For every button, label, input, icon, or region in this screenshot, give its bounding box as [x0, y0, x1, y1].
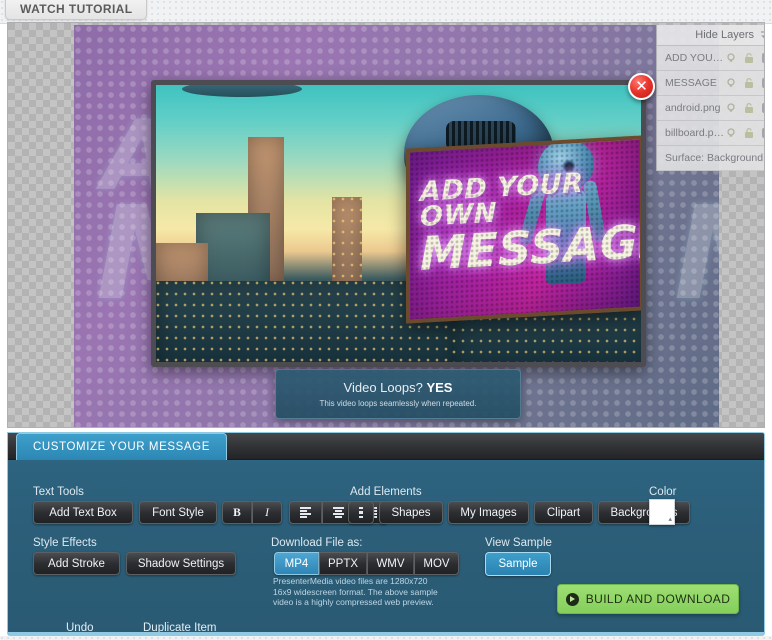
delete-icon[interactable]: [761, 77, 765, 89]
video-loop-value: YES: [426, 380, 453, 395]
hide-layers-toggle[interactable]: Hide Layers: [657, 25, 764, 46]
visibility-icon[interactable]: [725, 77, 737, 89]
shapes-button[interactable]: Shapes: [379, 501, 443, 524]
hide-layers-label: Hide Layers: [695, 29, 754, 41]
flying-vehicle: [182, 85, 302, 97]
color-label: Color: [649, 486, 677, 498]
layer-name: Surface: Background: [665, 152, 764, 164]
nav-item-video-enhancements[interactable]: Video Enhancements: [362, 0, 473, 3]
background-letter-3: M: [674, 191, 719, 319]
style-effects-label: Style Effects: [33, 537, 97, 549]
build-and-download-button[interactable]: BUILD AND DOWNLOAD: [557, 584, 739, 614]
page-footer-strip: [0, 636, 772, 640]
format-mp4-button[interactable]: MP4: [274, 552, 319, 575]
add-text-box-button[interactable]: Add Text Box: [33, 501, 133, 524]
delete-icon[interactable]: [761, 127, 765, 139]
text-tools-label: Text Tools: [33, 486, 84, 498]
lock-icon[interactable]: [743, 102, 755, 114]
layer-name: ADD YOUR OW...: [665, 52, 725, 64]
lock-icon[interactable]: [743, 77, 755, 89]
visibility-icon[interactable]: [725, 52, 737, 64]
tab-customize-your-message[interactable]: CUSTOMIZE YOUR MESSAGE: [16, 433, 227, 460]
video-loop-title: Video Loops? YES: [344, 380, 453, 395]
menu-icon: [359, 507, 363, 518]
layer-name: android.png: [665, 102, 721, 114]
layer-row[interactable]: MESSAGE: [657, 71, 765, 96]
nav-item-home[interactable]: Home: [305, 0, 336, 3]
align-center-icon: [333, 507, 344, 518]
visibility-icon[interactable]: [725, 127, 737, 139]
download-format-note: PresenterMedia video files are 1280x720 …: [273, 576, 438, 608]
billboard-robot-arm-left: [517, 182, 548, 247]
font-style-button[interactable]: Font Style: [139, 501, 217, 524]
layer-actions: [725, 127, 765, 139]
layer-name: billboard.pn...: [665, 127, 725, 139]
backgrounds-button[interactable]: Backgrounds: [598, 501, 690, 524]
billboard-robot-arm-right: [582, 179, 607, 243]
top-nav-items: Home Video Enhancements: [305, 0, 473, 3]
shadow-settings-button[interactable]: Shadow Settings: [126, 552, 236, 575]
video-preview[interactable]: ADD YOUR OWN MESSAGE: [151, 80, 646, 367]
delete-icon[interactable]: [761, 102, 765, 114]
lock-icon[interactable]: [743, 127, 755, 139]
layer-actions: [725, 77, 765, 89]
layer-actions: [725, 102, 765, 114]
italic-button[interactable]: I: [252, 501, 282, 524]
billboard[interactable]: ADD YOUR OWN MESSAGE: [406, 135, 644, 324]
delete-icon[interactable]: [761, 52, 765, 64]
layer-name: MESSAGE: [665, 77, 717, 89]
bold-button[interactable]: B: [222, 501, 252, 524]
layer-row-surface[interactable]: Surface: Background: [657, 146, 764, 171]
app-root: Home Video Enhancements WATCH TUTORIAL A…: [0, 0, 772, 640]
billboard-robot-body: [546, 186, 586, 285]
billboard-text-line1: ADD YOUR OWN: [420, 167, 584, 234]
billboard-text: ADD YOUR OWN MESSAGE: [420, 167, 644, 281]
visibility-icon[interactable]: [725, 102, 737, 114]
clipart-button[interactable]: Clipart: [534, 501, 593, 524]
elements-menu-button[interactable]: [348, 501, 374, 524]
lock-icon[interactable]: [743, 52, 755, 64]
view-sample-label: View Sample: [485, 537, 552, 549]
format-wmv-button[interactable]: WMV: [367, 552, 414, 575]
video-loop-title-text: Video Loops?: [343, 380, 427, 395]
layer-row[interactable]: billboard.pn...: [657, 121, 765, 146]
video-loop-info: Video Loops? YES This video loops seamle…: [275, 369, 521, 419]
billboard-text-line2: MESSAGE: [420, 212, 644, 281]
align-left-icon: [300, 507, 311, 518]
chevron-down-icon: [761, 31, 764, 39]
sample-button[interactable]: Sample: [485, 552, 551, 576]
add-stroke-button[interactable]: Add Stroke: [33, 552, 120, 575]
color-swatch-picker[interactable]: ▴: [649, 499, 675, 525]
layers-panel: Hide Layers ADD YOUR OW... MESSAGE: [656, 25, 765, 171]
build-and-download-label: BUILD AND DOWNLOAD: [585, 592, 731, 606]
close-icon[interactable]: ✕: [628, 73, 655, 100]
customize-tool-panel: CUSTOMIZE YOUR MESSAGE Text Tools Add Te…: [7, 432, 765, 636]
layer-row[interactable]: android.png: [657, 96, 765, 121]
download-circle-icon: [565, 592, 579, 606]
billboard-robot-graphic: [517, 136, 607, 318]
design-canvas[interactable]: A M M: [74, 25, 719, 427]
editor-stage[interactable]: A M M: [7, 22, 765, 428]
format-pptx-button[interactable]: PPTX: [319, 552, 367, 575]
layer-actions: [725, 52, 765, 64]
billboard-robot-head: [538, 138, 594, 194]
billboard-robot-eye: [562, 159, 576, 174]
panel-bottom-edge: [8, 632, 764, 635]
watch-tutorial-tab[interactable]: WATCH TUTORIAL: [5, 0, 148, 20]
video-loop-subtitle: This video loops seamlessly when repeate…: [319, 399, 477, 408]
add-elements-label: Add Elements: [350, 486, 422, 498]
my-images-button[interactable]: My Images: [448, 501, 529, 524]
format-mov-button[interactable]: MOV: [414, 552, 459, 575]
download-file-label: Download File as:: [271, 537, 363, 549]
layer-row[interactable]: ADD YOUR OW...: [657, 46, 765, 71]
color-swatch-caret: ▴: [668, 516, 672, 523]
align-left-button[interactable]: [289, 501, 322, 524]
